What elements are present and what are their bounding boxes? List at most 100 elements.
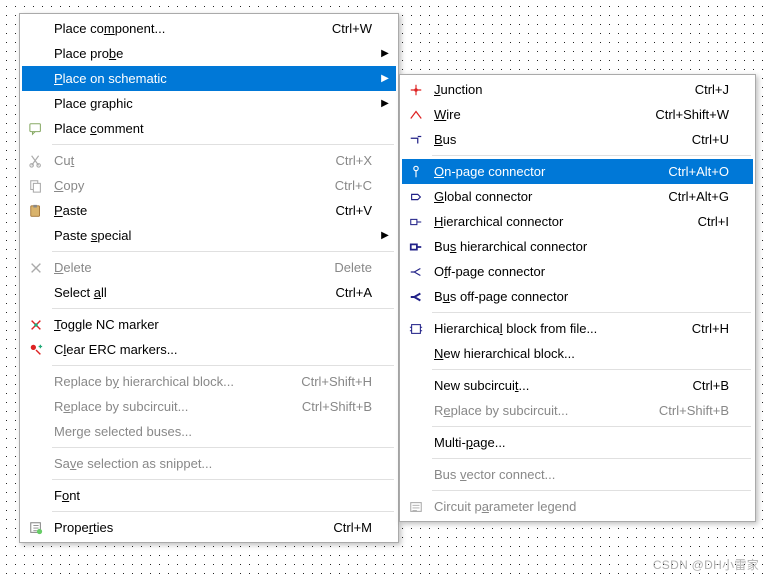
blank-icon bbox=[22, 228, 50, 244]
menu-item-circuit-param-legend: Circuit parameter legend bbox=[402, 494, 753, 519]
menu-shortcut: Ctrl+Shift+B bbox=[659, 403, 735, 418]
menu-label: Place graphic bbox=[50, 96, 372, 111]
menu-shortcut: Ctrl+Shift+H bbox=[301, 374, 378, 389]
menu-item-select-all[interactable]: Select allCtrl+A bbox=[22, 280, 396, 305]
menu-item-replace-subcircuit: Replace by subcircuit...Ctrl+Shift+B bbox=[22, 394, 396, 419]
comment-icon bbox=[22, 121, 50, 137]
menu-item-properties[interactable]: PropertiesCtrl+M bbox=[22, 515, 396, 540]
blank-icon bbox=[22, 488, 50, 504]
menu-item-font[interactable]: Font bbox=[22, 483, 396, 508]
menu-label: New hierarchical block... bbox=[430, 346, 729, 361]
menu-item-junction[interactable]: JunctionCtrl+J bbox=[402, 77, 753, 102]
menu-shortcut: Ctrl+Alt+O bbox=[668, 164, 735, 179]
erc-icon bbox=[22, 342, 50, 358]
menu-item-place-component[interactable]: Place component...Ctrl+W bbox=[22, 16, 396, 41]
menu-item-toggle-nc-marker[interactable]: Toggle NC marker bbox=[22, 312, 396, 337]
separator bbox=[432, 312, 751, 313]
menu-label: Replace by subcircuit... bbox=[430, 403, 659, 418]
hblock-icon bbox=[402, 321, 430, 337]
menu-shortcut: Ctrl+Shift+B bbox=[302, 399, 378, 414]
delete-icon bbox=[22, 260, 50, 276]
menu-item-on-page-connector[interactable]: On-page connectorCtrl+Alt+O bbox=[402, 159, 753, 184]
blank-icon bbox=[402, 467, 430, 483]
menu-item-multi-page[interactable]: Multi-page... bbox=[402, 430, 753, 455]
menu-label: Properties bbox=[50, 520, 333, 535]
blank-icon bbox=[402, 378, 430, 394]
watermark: CSDN @DH小雷家 bbox=[653, 556, 759, 573]
junction-icon bbox=[402, 82, 430, 98]
menu-item-paste[interactable]: PasteCtrl+V bbox=[22, 198, 396, 223]
blank-icon bbox=[22, 21, 50, 37]
menu-item-bus-vector-connect: Bus vector connect... bbox=[402, 462, 753, 487]
menu-label: Copy bbox=[50, 178, 335, 193]
menu-label: Replace by subcircuit... bbox=[50, 399, 302, 414]
submenu-arrow-icon: ▶ bbox=[378, 73, 392, 84]
menu-label: Circuit parameter legend bbox=[430, 499, 729, 514]
menu-label: Replace by hierarchical block... bbox=[50, 374, 301, 389]
menu-label: Cut bbox=[50, 153, 336, 168]
blank-icon bbox=[22, 96, 50, 112]
nc-icon bbox=[22, 317, 50, 333]
menu-label: Place component... bbox=[50, 21, 332, 36]
menu-label: On-page connector bbox=[430, 164, 668, 179]
hier-icon bbox=[402, 214, 430, 230]
menu-item-global-connector[interactable]: Global connectorCtrl+Alt+G bbox=[402, 184, 753, 209]
separator bbox=[52, 308, 394, 309]
menu-item-hier-block-from-file[interactable]: Hierarchical block from file...Ctrl+H bbox=[402, 316, 753, 341]
menu-item-bus-hier-connector[interactable]: Bus hierarchical connector bbox=[402, 234, 753, 259]
blank-icon bbox=[402, 346, 430, 362]
menu-label: Font bbox=[50, 488, 372, 503]
menu-label: Hierarchical block from file... bbox=[430, 321, 692, 336]
menu-label: Bus off-page connector bbox=[430, 289, 729, 304]
menu-label: Wire bbox=[430, 107, 655, 122]
menu-item-place-comment[interactable]: Place comment bbox=[22, 116, 396, 141]
menu-item-place-on-schematic[interactable]: Place on schematic▶ bbox=[22, 66, 396, 91]
menu-shortcut: Ctrl+J bbox=[695, 82, 735, 97]
cut-icon bbox=[22, 153, 50, 169]
menu-shortcut: Ctrl+M bbox=[333, 520, 378, 535]
menu-shortcut: Ctrl+U bbox=[692, 132, 735, 147]
menu-shortcut: Ctrl+B bbox=[693, 378, 735, 393]
menu-item-replace-hier-block: Replace by hierarchical block...Ctrl+Shi… bbox=[22, 369, 396, 394]
menu-shortcut: Ctrl+H bbox=[692, 321, 735, 336]
onpage-icon bbox=[402, 164, 430, 180]
menu-label: Paste bbox=[50, 203, 336, 218]
legend-icon bbox=[402, 499, 430, 515]
menu-label: Bus hierarchical connector bbox=[430, 239, 729, 254]
menu-item-delete: DeleteDelete bbox=[22, 255, 396, 280]
menu-item-bus[interactable]: BusCtrl+U bbox=[402, 127, 753, 152]
menu-item-place-graphic[interactable]: Place graphic▶ bbox=[22, 91, 396, 116]
menu-label: Global connector bbox=[430, 189, 668, 204]
separator bbox=[432, 426, 751, 427]
menu-item-paste-special[interactable]: Paste special▶ bbox=[22, 223, 396, 248]
menu-item-replace-subcircuit-sub: Replace by subcircuit...Ctrl+Shift+B bbox=[402, 398, 753, 423]
menu-item-cut: CutCtrl+X bbox=[22, 148, 396, 173]
offpage-icon bbox=[402, 264, 430, 280]
separator bbox=[432, 490, 751, 491]
menu-shortcut: Ctrl+Alt+G bbox=[668, 189, 735, 204]
menu-label: Hierarchical connector bbox=[430, 214, 698, 229]
submenu-arrow-icon: ▶ bbox=[378, 230, 392, 241]
copy-icon bbox=[22, 178, 50, 194]
menu-shortcut: Ctrl+W bbox=[332, 21, 378, 36]
menu-item-new-hier-block[interactable]: New hierarchical block... bbox=[402, 341, 753, 366]
blank-icon bbox=[22, 456, 50, 472]
menu-item-bus-off-page-connector[interactable]: Bus off-page connector bbox=[402, 284, 753, 309]
blank-icon bbox=[22, 374, 50, 390]
separator bbox=[432, 458, 751, 459]
menu-item-place-probe[interactable]: Place probe▶ bbox=[22, 41, 396, 66]
menu-item-clear-erc-markers[interactable]: Clear ERC markers... bbox=[22, 337, 396, 362]
menu-item-wire[interactable]: WireCtrl+Shift+W bbox=[402, 102, 753, 127]
separator bbox=[52, 447, 394, 448]
global-icon bbox=[402, 189, 430, 205]
menu-label: Clear ERC markers... bbox=[50, 342, 372, 357]
menu-item-off-page-connector[interactable]: Off-page connector bbox=[402, 259, 753, 284]
blank-icon bbox=[22, 285, 50, 301]
menu-label: Bus bbox=[430, 132, 692, 147]
separator bbox=[52, 479, 394, 480]
submenu-arrow-icon: ▶ bbox=[378, 48, 392, 59]
menu-item-new-subcircuit[interactable]: New subcircuit...Ctrl+B bbox=[402, 373, 753, 398]
menu-item-hierarchical-connector[interactable]: Hierarchical connectorCtrl+I bbox=[402, 209, 753, 234]
paste-icon bbox=[22, 203, 50, 219]
menu-label: Merge selected buses... bbox=[50, 424, 372, 439]
